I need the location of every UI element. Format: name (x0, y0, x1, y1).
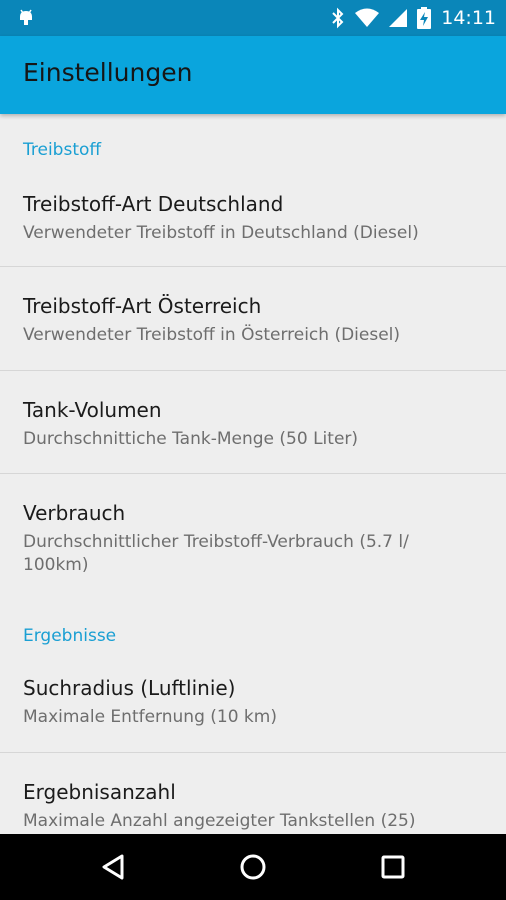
setting-item-tank-volume[interactable]: Tank-Volumen Durchschnittiche Tank-Menge… (0, 371, 506, 473)
setting-item-fuel-type-austria[interactable]: Treibstoff-Art Österreich Verwendeter Tr… (0, 267, 506, 370)
recents-icon[interactable] (373, 847, 413, 887)
setting-item-search-radius[interactable]: Suchradius (Luftlinie) Maximale Entfernu… (0, 650, 506, 752)
setting-title: Ergebnisanzahl (23, 780, 176, 804)
page-title: Einstellungen (23, 58, 193, 87)
setting-title: Suchradius (Luftlinie) (23, 676, 236, 700)
setting-summary: Maximale Entfernung (10 km) (23, 707, 277, 727)
setting-summary: Durchschnittiche Tank-Menge (50 Liter) (23, 429, 359, 449)
status-bar: 14:11 (0, 0, 506, 36)
setting-item-fuel-type-germany[interactable]: Treibstoff-Art Deutschland Verwendeter T… (0, 166, 506, 266)
setting-summary: Verwendeter Treibstoff in Deutschland (D… (23, 223, 419, 243)
setting-title: Tank-Volumen (23, 398, 162, 422)
category-header-fuel: Treibstoff (23, 140, 102, 160)
setting-summary: Verwendeter Treibstoff in Österreich (Di… (23, 325, 401, 345)
setting-summary: Maximale Anzahl angezeigter Tankstellen … (23, 811, 416, 831)
clock: 14:11 (441, 7, 496, 29)
navigation-bar (0, 834, 506, 900)
settings-list: Treibstoff Treibstoff-Art Deutschland Ve… (0, 114, 506, 834)
cell-signal-icon (389, 9, 408, 27)
setting-title: Verbrauch (23, 501, 126, 525)
back-icon[interactable] (93, 847, 133, 887)
wifi-icon (355, 8, 380, 27)
android-notification-icon (20, 9, 32, 25)
app-bar: Einstellungen (0, 36, 506, 114)
home-icon[interactable] (233, 847, 273, 887)
setting-title: Treibstoff-Art Deutschland (23, 192, 284, 216)
category-header-results: Ergebnisse (23, 626, 117, 646)
bluetooth-icon (332, 7, 344, 29)
setting-item-consumption[interactable]: Verbrauch Durchschnittlicher Treibstoff-… (0, 474, 506, 582)
setting-summary: Durchschnittlicher Treibstoff-Verbrauch … (23, 532, 409, 575)
battery-charging-icon (417, 7, 432, 29)
setting-item-result-count[interactable]: Ergebnisanzahl Maximale Anzahl angezeigt… (0, 753, 506, 834)
setting-title: Treibstoff-Art Österreich (23, 294, 262, 318)
